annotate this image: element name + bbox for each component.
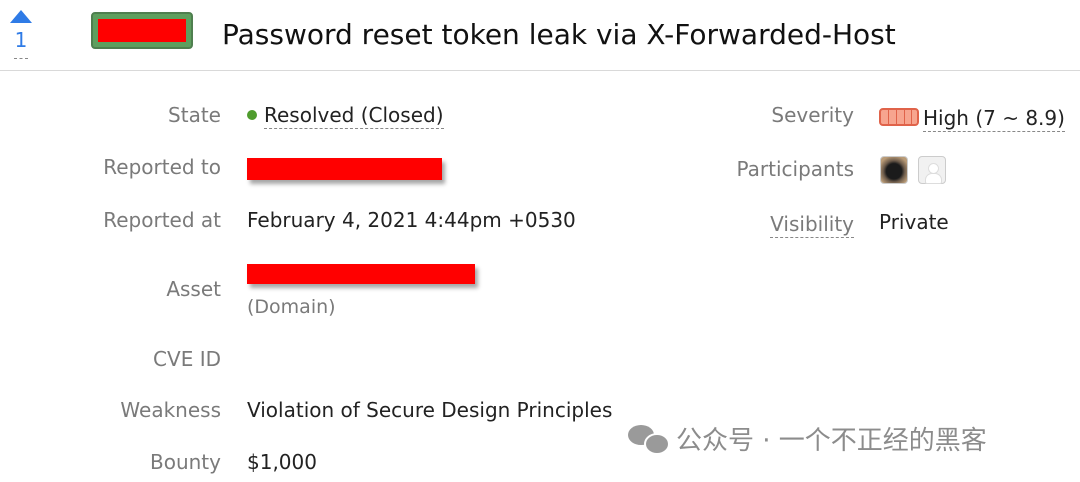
state-label: State xyxy=(168,103,221,127)
redaction-block xyxy=(98,19,186,42)
visibility-label[interactable]: Visibility xyxy=(770,212,854,238)
severity-meter-icon xyxy=(879,108,919,126)
default-avatar-icon[interactable] xyxy=(918,156,946,184)
vote-widget[interactable]: 1 xyxy=(8,10,34,62)
asset-type: (Domain) xyxy=(247,296,336,318)
severity-value[interactable]: High (7 ~ 8.9) xyxy=(879,106,1065,132)
cve-id-label: CVE ID xyxy=(153,347,221,371)
watermark-text: 公众号 · 一个不正经的黑客 xyxy=(676,425,987,456)
severity-text: High (7 ~ 8.9) xyxy=(923,106,1065,132)
vote-underline xyxy=(14,58,28,59)
state-value[interactable]: Resolved (Closed) xyxy=(247,103,444,129)
reported-at-label: Reported at xyxy=(103,208,221,232)
weakness-value[interactable]: Violation of Secure Design Principles xyxy=(247,398,612,422)
vote-count: 1 xyxy=(14,28,28,52)
report-header: 1 Password reset token leak via X-Forwar… xyxy=(0,0,1080,71)
wechat-logo-icon xyxy=(628,423,670,455)
participant-avatar-icon[interactable] xyxy=(880,156,908,184)
weakness-label: Weakness xyxy=(120,398,221,422)
upvote-arrow-icon[interactable] xyxy=(10,10,32,23)
reported-to-redaction xyxy=(247,158,442,180)
reported-at-value: February 4, 2021 4:44pm +0530 xyxy=(247,208,576,232)
asset-redaction xyxy=(247,264,475,284)
state-text: Resolved (Closed) xyxy=(264,103,444,129)
watermark: 公众号 · 一个不正经的黑客 xyxy=(628,420,987,456)
asset-label: Asset xyxy=(166,277,221,301)
bounty-value: $1,000 xyxy=(247,450,317,474)
participants-label: Participants xyxy=(736,157,854,181)
status-dot-icon xyxy=(247,110,257,120)
reported-to-label: Reported to xyxy=(103,155,221,179)
severity-label: Severity xyxy=(771,103,854,127)
report-title: Password reset token leak via X-Forwarde… xyxy=(222,18,896,51)
bounty-label: Bounty xyxy=(150,450,221,474)
redacted-program-badge xyxy=(91,12,193,49)
visibility-value: Private xyxy=(879,210,949,234)
